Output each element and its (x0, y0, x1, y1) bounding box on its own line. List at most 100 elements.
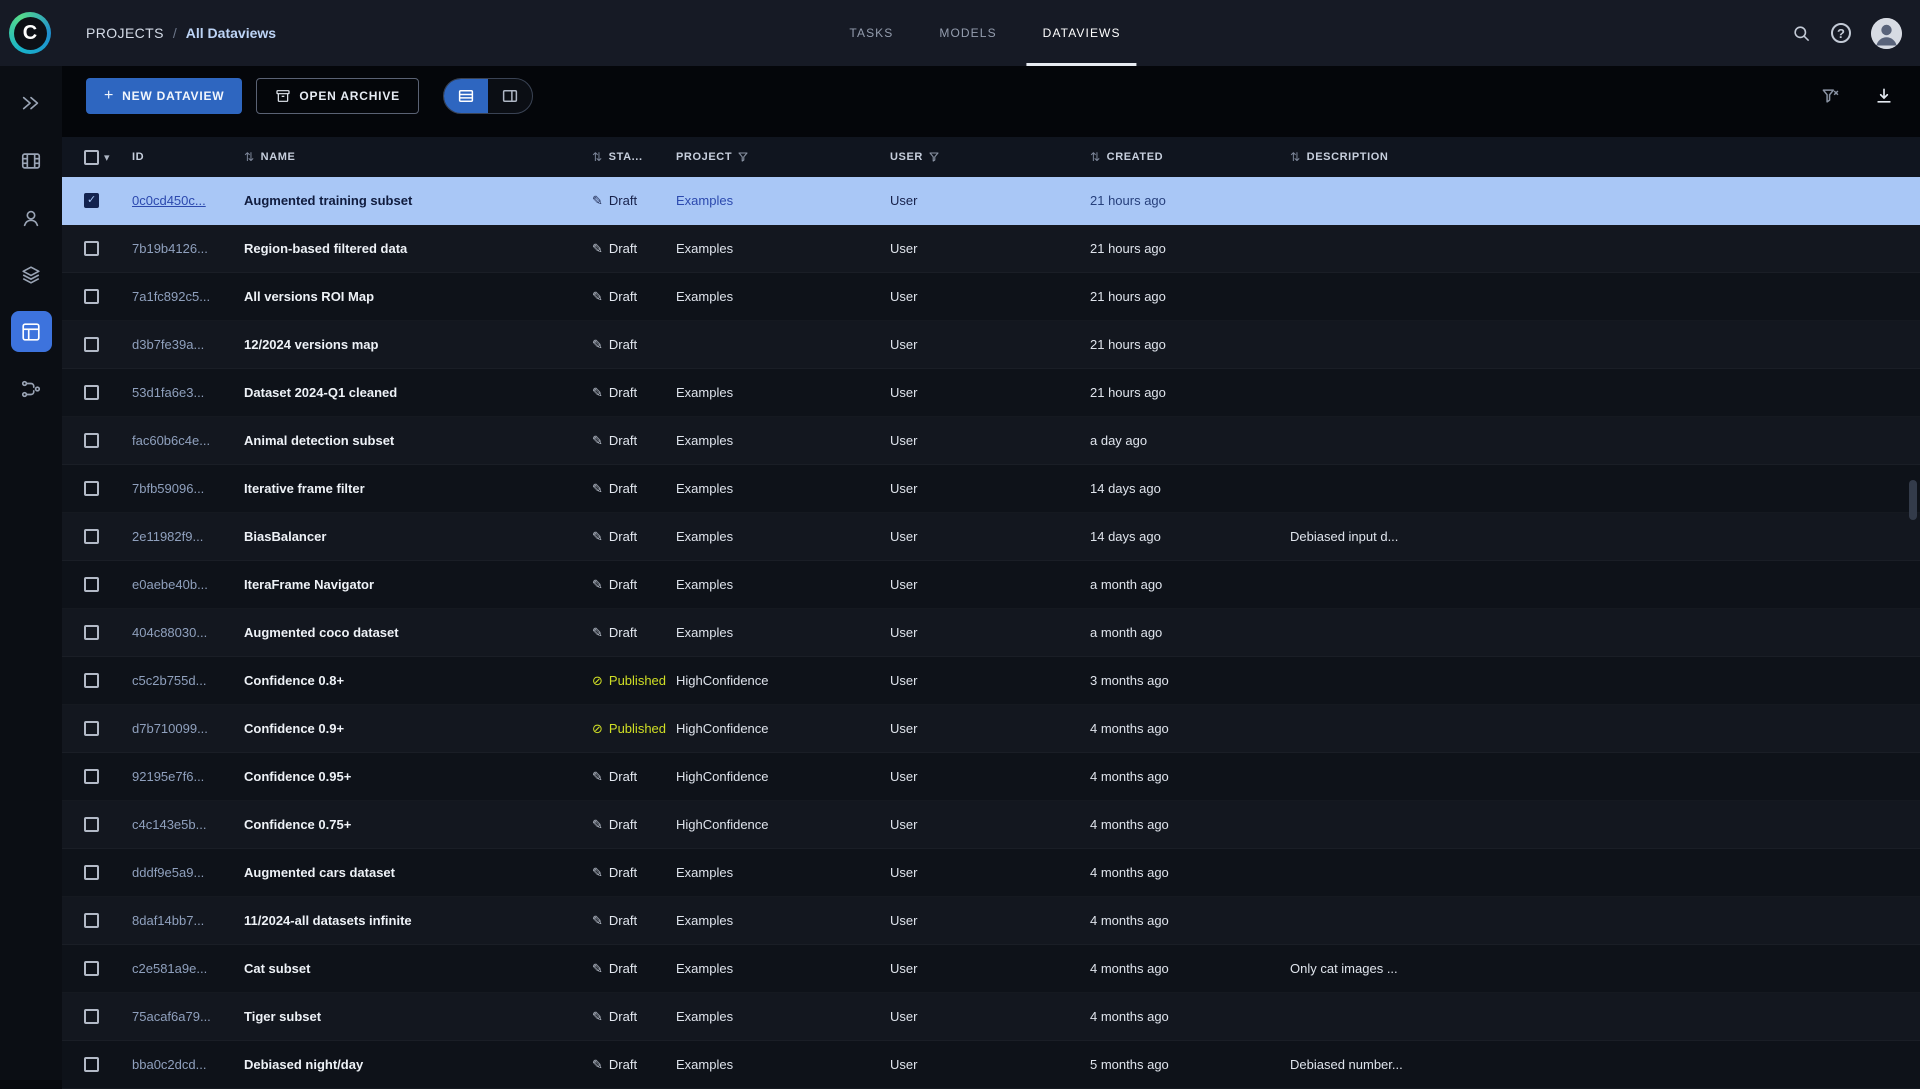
project-link[interactable]: Examples (676, 961, 890, 976)
row-checkbox[interactable] (84, 721, 99, 736)
clearml-logo[interactable]: C (9, 12, 51, 54)
tab-dataviews[interactable]: DATAVIEWS (1027, 0, 1137, 66)
user-avatar[interactable] (1871, 18, 1902, 49)
dataview-name-link[interactable]: 12/2024 versions map (244, 337, 378, 352)
tab-tasks[interactable]: TASKS (833, 0, 909, 66)
table-row[interactable]: 92195e7f6... Confidence 0.95+ ✎Draft Hig… (62, 753, 1920, 801)
project-link[interactable]: Examples (676, 481, 890, 496)
table-row[interactable]: 75acaf6a79... Tiger subset ✎Draft Exampl… (62, 993, 1920, 1041)
dataview-name-link[interactable]: Cat subset (244, 961, 310, 976)
column-header-user[interactable]: USER (890, 151, 1090, 163)
dataview-name-link[interactable]: 11/2024-all datasets infinite (244, 913, 412, 928)
dataview-id-link[interactable]: e0aebe40b... (132, 577, 244, 592)
column-header-created[interactable]: ⇅ CREATED (1090, 150, 1290, 164)
row-checkbox[interactable] (84, 625, 99, 640)
project-link[interactable]: Examples (676, 625, 890, 640)
row-checkbox[interactable] (84, 433, 99, 448)
table-row[interactable]: c5c2b755d... Confidence 0.8+ ⊘Published … (62, 657, 1920, 705)
row-checkbox[interactable] (84, 817, 99, 832)
row-checkbox[interactable] (84, 865, 99, 880)
tab-models[interactable]: MODELS (923, 0, 1012, 66)
project-link[interactable]: Examples (676, 433, 890, 448)
help-icon[interactable]: ? (1831, 23, 1851, 43)
table-row[interactable]: 53d1fa6e3... Dataset 2024-Q1 cleaned ✎Dr… (62, 369, 1920, 417)
table-row[interactable]: 7a1fc892c5... All versions ROI Map ✎Draf… (62, 273, 1920, 321)
dataview-name-link[interactable]: Augmented coco dataset (244, 625, 399, 640)
hyper-datasets-icon[interactable] (11, 254, 52, 295)
sort-icon[interactable]: ⇅ (1090, 150, 1101, 164)
dataview-id-link[interactable]: 8daf14bb7... (132, 913, 244, 928)
dataviews-icon[interactable] (11, 311, 52, 352)
dataview-id-link[interactable]: d7b710099... (132, 721, 244, 736)
column-header-status[interactable]: ⇅ STA... (592, 150, 676, 164)
search-icon[interactable] (1792, 24, 1811, 43)
dataview-name-link[interactable]: Confidence 0.75+ (244, 817, 351, 832)
dataview-id-link[interactable]: 404c88030... (132, 625, 244, 640)
dataview-name-link[interactable]: Dataset 2024-Q1 cleaned (244, 385, 397, 400)
project-link[interactable]: Examples (676, 529, 890, 544)
dataview-name-link[interactable]: Augmented cars dataset (244, 865, 395, 880)
dataview-name-link[interactable]: Region-based filtered data (244, 241, 407, 256)
column-header-project[interactable]: PROJECT (676, 151, 890, 163)
table-row[interactable]: 8daf14bb7... 11/2024-all datasets infini… (62, 897, 1920, 945)
project-link[interactable]: HighConfidence (676, 769, 890, 784)
filter-icon[interactable] (738, 152, 748, 162)
filter-icon[interactable] (929, 152, 939, 162)
dataview-name-link[interactable]: BiasBalancer (244, 529, 326, 544)
dataview-id-link[interactable]: fac60b6c4e... (132, 433, 244, 448)
column-header-id[interactable]: ID (132, 151, 244, 163)
row-checkbox[interactable] (84, 913, 99, 928)
project-link[interactable]: Examples (676, 289, 890, 304)
project-link[interactable]: HighConfidence (676, 721, 890, 736)
dataview-id-link[interactable]: 7b19b4126... (132, 241, 244, 256)
project-link[interactable]: Examples (676, 193, 890, 208)
column-header-description[interactable]: ⇅ DESCRIPTION (1290, 150, 1920, 164)
row-checkbox[interactable] (84, 961, 99, 976)
project-link[interactable]: Examples (676, 913, 890, 928)
table-row[interactable]: bba0c2dcd... Debiased night/day ✎Draft E… (62, 1041, 1920, 1089)
dataview-name-link[interactable]: Confidence 0.9+ (244, 721, 344, 736)
dataview-id-link[interactable]: 2e11982f9... (132, 529, 244, 544)
table-row[interactable]: 2e11982f9... BiasBalancer ✎Draft Example… (62, 513, 1920, 561)
clear-filters-icon[interactable] (1820, 86, 1840, 106)
row-checkbox[interactable] (84, 769, 99, 784)
new-dataview-button[interactable]: + NEW DATAVIEW (86, 78, 242, 114)
dataview-name-link[interactable]: All versions ROI Map (244, 289, 374, 304)
table-row[interactable]: 7bfb59096... Iterative frame filter ✎Dra… (62, 465, 1920, 513)
open-archive-button[interactable]: OPEN ARCHIVE (256, 78, 419, 114)
row-checkbox[interactable] (84, 385, 99, 400)
row-checkbox[interactable] (84, 1009, 99, 1024)
row-checkbox[interactable] (84, 577, 99, 592)
breadcrumb-projects-link[interactable]: PROJECTS (86, 25, 164, 41)
table-view-icon[interactable] (444, 79, 488, 113)
select-all-checkbox[interactable] (84, 150, 99, 165)
row-checkbox[interactable] (84, 289, 99, 304)
table-row[interactable]: 0c0cd450c... Augmented training subset ✎… (62, 177, 1920, 225)
row-checkbox[interactable] (84, 529, 99, 544)
scrollbar-thumb[interactable] (1909, 480, 1917, 520)
dataview-id-link[interactable]: bba0c2dcd... (132, 1057, 244, 1072)
dataview-name-link[interactable]: Confidence 0.95+ (244, 769, 351, 784)
table-row[interactable]: e0aebe40b... IteraFrame Navigator ✎Draft… (62, 561, 1920, 609)
table-row[interactable]: dddf9e5a9... Augmented cars dataset ✎Dra… (62, 849, 1920, 897)
row-checkbox[interactable] (84, 241, 99, 256)
dataview-id-link[interactable]: 53d1fa6e3... (132, 385, 244, 400)
dataview-id-link[interactable]: 92195e7f6... (132, 769, 244, 784)
dataview-id-link[interactable]: c4c143e5b... (132, 817, 244, 832)
dataview-id-link[interactable]: c2e581a9e... (132, 961, 244, 976)
project-link[interactable]: Examples (676, 241, 890, 256)
sort-icon[interactable]: ⇅ (592, 150, 603, 164)
project-link[interactable]: Examples (676, 865, 890, 880)
project-link[interactable]: Examples (676, 1057, 890, 1072)
row-checkbox[interactable] (84, 1057, 99, 1072)
row-checkbox[interactable] (84, 193, 99, 208)
table-row[interactable]: c4c143e5b... Confidence 0.75+ ✎Draft Hig… (62, 801, 1920, 849)
dataview-name-link[interactable]: Augmented training subset (244, 193, 412, 208)
dataview-id-link[interactable]: 7bfb59096... (132, 481, 244, 496)
workers-icon[interactable] (11, 197, 52, 238)
table-row[interactable]: 7b19b4126... Region-based filtered data … (62, 225, 1920, 273)
project-link[interactable]: Examples (676, 1009, 890, 1024)
table-row[interactable]: d7b710099... Confidence 0.9+ ⊘Published … (62, 705, 1920, 753)
datasets-icon[interactable] (11, 140, 52, 181)
projects-icon[interactable] (11, 83, 52, 124)
